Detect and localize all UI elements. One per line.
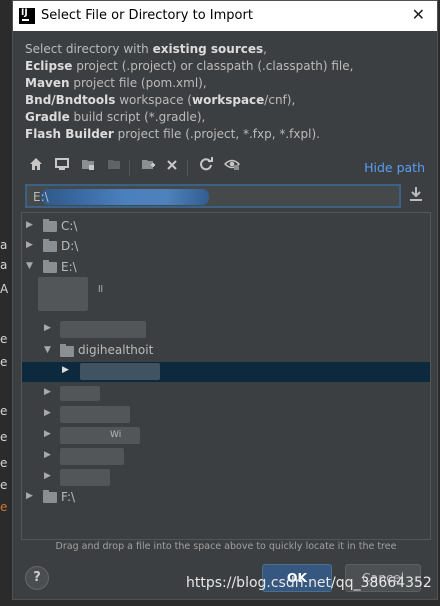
drag-drop-hint: Drag and drop a file into the space abov…	[55, 541, 397, 552]
expand-arrow-icon[interactable]: ▶	[26, 220, 33, 230]
desc-text: Select directory with	[25, 42, 153, 56]
tree-node-child[interactable]: ▶	[22, 320, 430, 340]
description: Select directory with existing sources, …	[25, 41, 425, 143]
expand-arrow-icon[interactable]: ▶	[44, 323, 51, 333]
drive-folder-icon	[43, 260, 57, 273]
download-icon[interactable]	[407, 186, 425, 206]
bg-mark: e	[0, 456, 8, 470]
desc-text: workspace (	[115, 93, 192, 107]
redacted-blur	[60, 469, 110, 486]
help-button[interactable]: ?	[25, 566, 49, 590]
refresh-icon[interactable]	[195, 157, 217, 179]
desc-bold: Maven	[25, 76, 70, 90]
expand-arrow-icon[interactable]: ▶	[44, 450, 51, 460]
path-input[interactable]: E:\	[25, 184, 401, 208]
desc-bold: Gradle	[25, 110, 70, 124]
redacted-blur	[60, 406, 130, 423]
expand-arrow-icon[interactable]: ▶	[44, 408, 51, 418]
tree-node-label: F:\	[61, 490, 76, 504]
bg-mark: e	[0, 478, 8, 492]
redacted-blur	[60, 386, 100, 401]
expand-arrow-icon[interactable]: ▶	[44, 429, 51, 439]
bg-mark: a	[0, 238, 8, 252]
module-folder-icon[interactable]	[103, 157, 125, 179]
desc-bold: Bnd/Bndtools	[25, 93, 116, 107]
expand-arrow-icon[interactable]: ▶	[44, 387, 51, 397]
expand-arrow-icon[interactable]: ▶	[26, 491, 33, 501]
expand-arrow-icon[interactable]: ▶	[44, 471, 51, 481]
collapse-arrow-icon[interactable]: ▼	[26, 261, 33, 271]
drive-folder-icon	[43, 490, 57, 503]
folder-icon	[60, 344, 74, 357]
new-folder-icon[interactable]	[137, 157, 159, 179]
bg-mark: e	[0, 355, 8, 369]
desc-text: project (.project) or classpath (.classp…	[72, 59, 354, 73]
path-row: E:\	[25, 184, 425, 208]
path-value: E:\	[33, 190, 49, 204]
tree-node-label: C:\	[61, 219, 78, 233]
bg-mark: e	[0, 404, 8, 418]
desc-text: ,	[263, 42, 267, 56]
collapse-arrow-icon[interactable]: ▼	[44, 345, 51, 355]
desc-bold: workspace	[191, 93, 265, 107]
bg-mark: e	[0, 332, 8, 346]
tree-node-child[interactable]: ▶	[22, 468, 430, 488]
tree-node-child[interactable]: ▶	[22, 447, 430, 467]
tree-node-label: Wi	[110, 430, 122, 440]
redacted-blur	[60, 321, 146, 338]
toolbar-separator	[187, 160, 188, 176]
tree-node-child[interactable]: ▶	[22, 384, 430, 404]
tree-node-selected[interactable]: ▶	[22, 362, 430, 382]
tree-node-d[interactable]: ▶ D:\	[22, 237, 430, 257]
tree-node-label: D:\	[61, 239, 79, 253]
tree-node-child-expanded[interactable]: ▼ digihealthoit	[22, 342, 430, 362]
bg-mark: e	[0, 500, 8, 514]
tree-node-label: ll	[98, 285, 104, 295]
show-hidden-icon[interactable]	[221, 157, 243, 179]
tree-node-label: E:\	[61, 260, 77, 274]
hide-path-link[interactable]: Hide path	[364, 160, 425, 175]
tree-node-child[interactable]: ll	[22, 283, 430, 303]
redacted-blur	[60, 427, 140, 444]
title-bar: IJ Select File or Directory to Import ✕	[13, 1, 437, 31]
tree-node-child[interactable]: ▶	[22, 405, 430, 425]
tree-node-label: digihealthoit	[78, 343, 154, 357]
desc-bold: existing sources	[152, 42, 264, 56]
tree-node-child[interactable]: ▶ Wi	[22, 426, 430, 446]
desc-text: /cnf),	[264, 93, 296, 107]
tree-node-e[interactable]: ▼ E:\	[22, 258, 430, 278]
toolbar-separator	[129, 160, 130, 176]
bg-mark: A	[0, 282, 9, 296]
desc-bold: Eclipse	[25, 59, 73, 73]
expand-arrow-icon[interactable]: ▶	[62, 365, 69, 375]
window-title: Select File or Directory to Import	[41, 8, 253, 23]
drive-folder-icon	[43, 219, 57, 232]
tree-node-f[interactable]: ▶ F:\	[22, 488, 430, 508]
file-tree[interactable]: ▶ C:\ ▶ D:\ ▼ E:\ ll ▶ ▼ digihealthoit ▶…	[21, 212, 431, 540]
desktop-icon[interactable]	[51, 157, 73, 179]
bg-mark: a	[0, 258, 8, 272]
desc-text: project file (pom.xml),	[69, 76, 207, 90]
bg-mark: e	[0, 430, 8, 444]
redacted-path-blur	[41, 189, 209, 205]
close-icon[interactable]: ✕	[412, 5, 425, 24]
drive-folder-icon	[43, 239, 57, 252]
desc-text: project file (.project, *.fxp, *.fxpl).	[113, 127, 320, 141]
import-dialog: IJ Select File or Directory to Import ✕ …	[12, 0, 438, 600]
delete-icon[interactable]	[161, 157, 183, 179]
redacted-blur	[80, 363, 160, 380]
redacted-blur	[60, 448, 124, 465]
home-icon[interactable]	[25, 157, 47, 179]
background-editor-strip: a a A e e e e e e e	[0, 0, 12, 606]
desc-bold: Flash Builder	[25, 127, 114, 141]
project-folder-icon[interactable]	[77, 157, 99, 179]
intellij-icon: IJ	[19, 8, 35, 24]
file-chooser-toolbar: Hide path	[25, 155, 425, 181]
expand-arrow-icon[interactable]: ▶	[26, 240, 33, 250]
watermark-text: https://blog.csdn.net/qq_38664352	[186, 575, 432, 591]
desc-text: build script (*.gradle),	[69, 110, 206, 124]
tree-node-c[interactable]: ▶ C:\	[22, 217, 430, 237]
